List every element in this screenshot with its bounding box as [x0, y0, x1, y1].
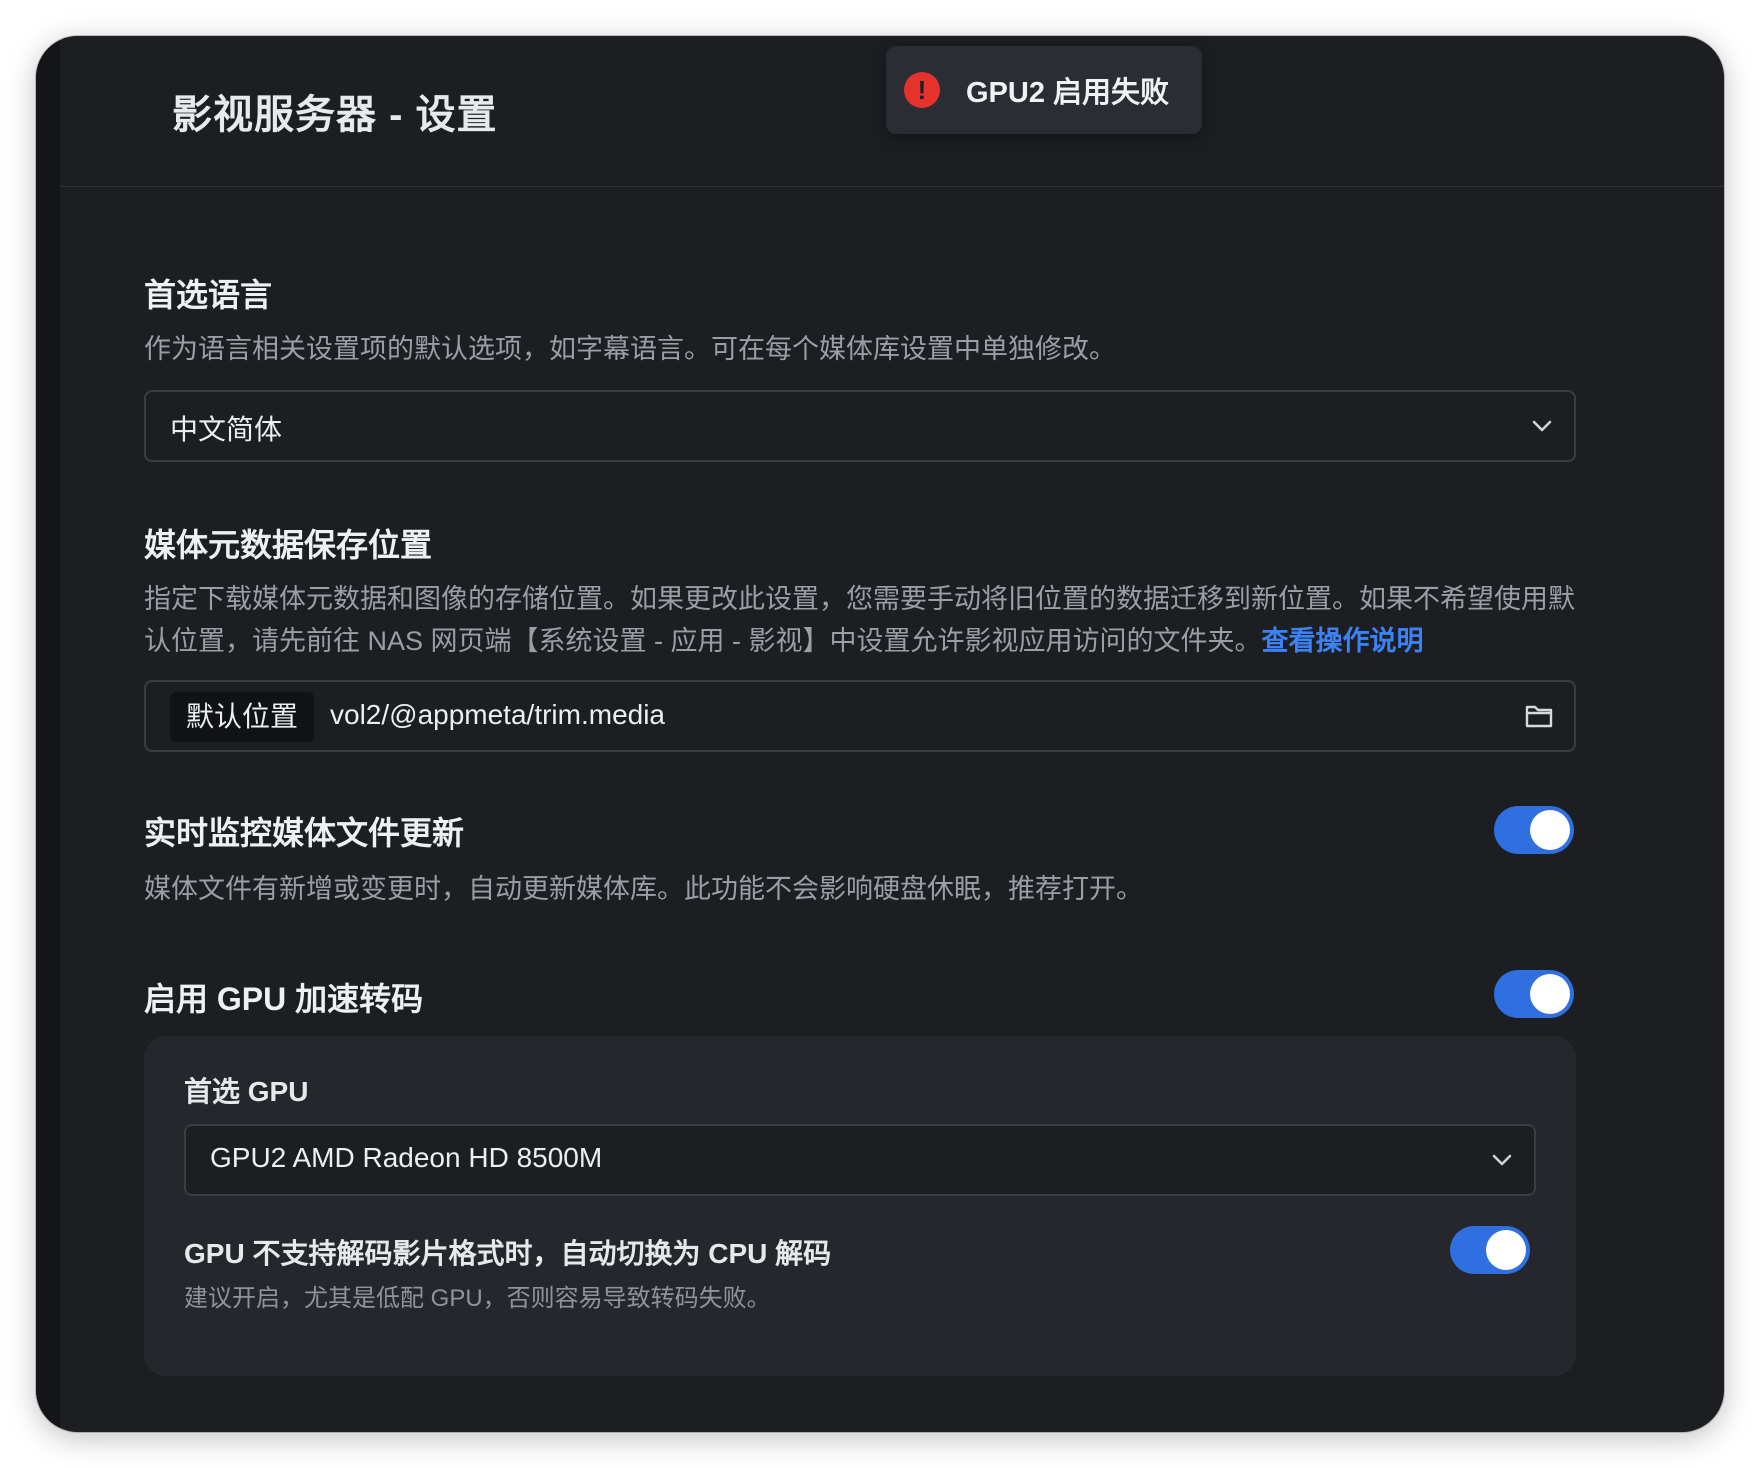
cpu-fallback-label: GPU 不支持解码影片格式时，自动切换为 CPU 解码 — [184, 1238, 832, 1269]
language-title: 首选语言 — [144, 277, 273, 313]
gpu-settings-card: 首选 GPU GPU2 AMD Radeon HD 8500M GPU 不支持解… — [144, 1036, 1576, 1376]
path-tag: 默认位置 — [170, 692, 315, 742]
monitor-title: 实时监控媒体文件更新 — [144, 815, 465, 851]
toggle-knob — [1486, 1230, 1526, 1270]
metadata-description: 指定下载媒体元数据和图像的存储位置。如果更改此设置，您需要手动将旧位置的数据迁移… — [144, 578, 1576, 662]
folder-icon[interactable] — [1524, 702, 1554, 730]
gpu-toggle[interactable] — [1494, 970, 1574, 1018]
toggle-knob — [1530, 810, 1570, 850]
error-toast: ! GPU2 启用失败 — [886, 46, 1202, 134]
sidebar-edge — [36, 36, 60, 1432]
metadata-path-field[interactable]: 默认位置 vol2/@appmeta/trim.media — [144, 680, 1576, 752]
page-title: 影视服务器 - 设置 — [172, 93, 498, 137]
preferred-gpu-label: 首选 GPU — [184, 1076, 309, 1107]
chevron-down-icon — [1492, 1154, 1512, 1166]
settings-window: 影视服务器 - 设置 ! GPU2 启用失败 首选语言 作为语言相关设置项的默认… — [36, 36, 1724, 1432]
chevron-down-icon — [1532, 420, 1552, 432]
preferred-gpu-value: GPU2 AMD Radeon HD 8500M — [210, 1142, 603, 1173]
language-select-value: 中文简体 — [170, 414, 283, 445]
error-icon: ! — [904, 72, 940, 108]
gpu-title: 启用 GPU 加速转码 — [144, 981, 424, 1017]
toggle-knob — [1530, 974, 1570, 1014]
cpu-fallback-toggle[interactable] — [1450, 1226, 1530, 1274]
monitor-toggle[interactable] — [1494, 806, 1574, 854]
path-value: vol2/@appmeta/trim.media — [330, 699, 666, 730]
settings-content: 首选语言 作为语言相关设置项的默认选项，如字幕语言。可在每个媒体库设置中单独修改… — [144, 174, 1686, 1432]
help-link[interactable]: 查看操作说明 — [1262, 626, 1424, 656]
metadata-title: 媒体元数据保存位置 — [144, 527, 433, 563]
language-select[interactable]: 中文简体 — [144, 390, 1576, 462]
preferred-gpu-select[interactable]: GPU2 AMD Radeon HD 8500M — [184, 1124, 1536, 1196]
language-description: 作为语言相关设置项的默认选项，如字幕语言。可在每个媒体库设置中单独修改。 — [144, 334, 1116, 364]
toast-message: GPU2 启用失败 — [966, 77, 1170, 109]
monitor-description: 媒体文件有新增或变更时，自动更新媒体库。此功能不会影响硬盘休眠，推荐打开。 — [144, 874, 1143, 904]
cpu-fallback-description: 建议开启，尤其是低配 GPU，否则容易导致转码失败。 — [184, 1285, 771, 1312]
